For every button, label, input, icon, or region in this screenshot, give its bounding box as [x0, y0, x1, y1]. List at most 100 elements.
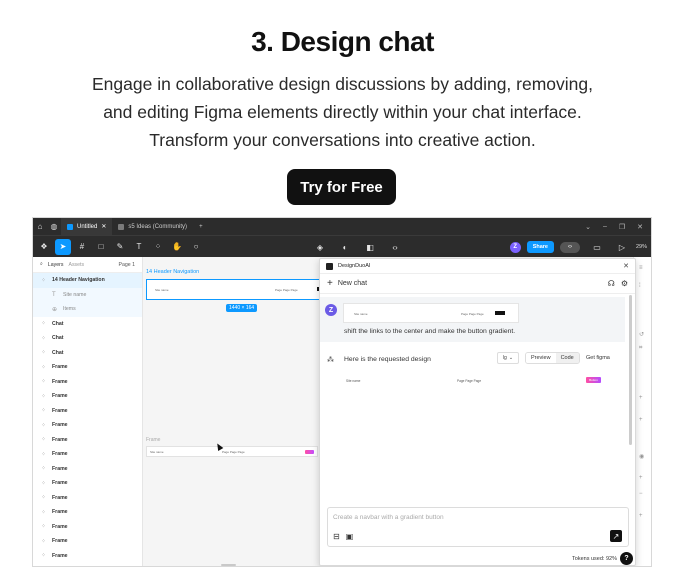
layer-item[interactable]: ⁘ Frame	[33, 418, 142, 433]
code-icon[interactable]: ‹›	[387, 239, 403, 255]
layer-item[interactable]: ⁘ Frame	[33, 549, 142, 564]
layer-item[interactable]: ⁘ Frame	[33, 476, 142, 491]
frame-layer-icon: ⁘	[41, 408, 47, 415]
layer-item[interactable]: ⁘ Frame	[33, 505, 142, 520]
layer-label: Frame	[52, 378, 68, 385]
frame-layer-icon: ⁘	[41, 524, 47, 531]
frame-select-icon[interactable]: ⊟	[333, 532, 340, 541]
layer-item[interactable]: ⁘ Chat	[33, 317, 142, 332]
resources-icon[interactable]: ⁘	[150, 239, 166, 255]
tab-assets[interactable]: Assets	[68, 262, 84, 268]
chat-input[interactable]	[333, 514, 593, 521]
new-chat-button[interactable]: New chat	[338, 280, 367, 287]
layer-item[interactable]: ⁘ Frame	[33, 389, 142, 404]
layer-item[interactable]: ⊕ Items	[33, 302, 142, 317]
layer-item[interactable]: ⁘ Chat	[33, 331, 142, 346]
layer-item[interactable]: T Site name	[33, 287, 142, 302]
share-button[interactable]: Share	[526, 241, 554, 253]
layer-label: Frame	[52, 538, 68, 545]
tab-community[interactable]: s5 Ideas (Community)	[112, 218, 193, 235]
language-select[interactable]: lg ⌄	[497, 352, 519, 364]
header-navigation-frame[interactable]: Site name Page Page Page	[146, 279, 346, 300]
remove-icon[interactable]: −	[639, 491, 643, 497]
layer-item[interactable]: ⁘ Frame	[33, 491, 142, 506]
layer-item[interactable]: ⁘ Frame	[33, 534, 142, 549]
get-figma-button[interactable]: Get figma	[586, 352, 610, 364]
layer-item[interactable]: ⁘ Frame	[33, 520, 142, 535]
present-icon[interactable]: ▷	[614, 239, 630, 255]
layer-item[interactable]: ⁘ 14 Header Navigation	[33, 273, 142, 288]
add-icon[interactable]: +	[639, 395, 643, 401]
search-icon[interactable]: ⌕	[40, 261, 43, 268]
frame-label[interactable]: Frame	[146, 437, 160, 443]
layer-item[interactable]: ⁘ Frame	[33, 360, 142, 375]
constrain-icon[interactable]: ⌗	[639, 345, 642, 352]
new-tab-button[interactable]: +	[193, 218, 209, 235]
align-icon[interactable]: ≡	[639, 265, 643, 271]
tab-code[interactable]: Code	[555, 353, 579, 363]
tab-layers[interactable]: Layers	[48, 262, 64, 268]
text-tool-icon[interactable]: T	[131, 239, 147, 255]
frame-label[interactable]: 14 Header Navigation	[146, 269, 199, 275]
home-icon[interactable]: ⌂	[33, 218, 47, 235]
frame-layer-icon: ⁘	[41, 350, 47, 357]
avatar[interactable]: Z	[509, 241, 521, 253]
description-line: Transform your conversations into creati…	[149, 130, 536, 150]
figma-toolbar: ❖ ➤ # □ ✎ T ⁘ ✋ ○ ◈ ◐ ◧ ‹› Z Share ‹› ▭ …	[33, 235, 651, 257]
layer-item[interactable]: ⁘ Frame	[33, 404, 142, 419]
layer-item[interactable]: ⁘ Frame	[33, 462, 142, 477]
chat-scrollbar[interactable]	[629, 295, 632, 445]
frame-layer-icon: ⁘	[41, 437, 47, 444]
chevron-down-icon[interactable]: ⌄	[585, 223, 591, 231]
add-icon[interactable]: +	[639, 475, 643, 481]
globe-icon[interactable]: ◍	[47, 218, 61, 235]
send-button[interactable]: ↗	[610, 530, 622, 542]
layer-label: Frame	[52, 451, 68, 458]
library-icon[interactable]: ▭	[589, 239, 605, 255]
frame-tool-icon[interactable]: #	[74, 239, 90, 255]
add-icon[interactable]: +	[639, 513, 643, 519]
plus-icon[interactable]: +	[327, 278, 333, 289]
move-tool-icon[interactable]: ➤	[55, 238, 71, 255]
shape-tool-icon[interactable]: □	[93, 239, 109, 255]
tab-preview[interactable]: Preview	[526, 353, 556, 363]
boolean-icon[interactable]: ◧	[362, 239, 378, 255]
figma-menu-icon[interactable]: ❖	[36, 239, 52, 255]
zoom-level[interactable]: 29%	[636, 244, 647, 250]
try-for-free-button[interactable]: Try for Free	[287, 169, 396, 205]
grid-icon[interactable]: ⁞	[639, 283, 641, 289]
minimize-icon[interactable]: –	[603, 223, 607, 231]
layers-header: ⌕ Layers Assets Page 1	[33, 257, 142, 273]
close-window-icon[interactable]: ✕	[637, 223, 643, 231]
frame-layer-icon: ⁘	[41, 364, 47, 371]
figma-window: ⌂ ◍ Untitled ✕ s5 Ideas (Community) + ⌄ …	[32, 217, 652, 567]
comment-icon[interactable]: ○	[188, 239, 204, 255]
user-design-preview: Site name Page Page Page	[343, 303, 519, 323]
layer-item[interactable]: ⁘ Frame	[33, 375, 142, 390]
tab-untitled[interactable]: Untitled ✕	[61, 218, 113, 235]
layer-label: Frame	[52, 465, 68, 472]
close-icon[interactable]: ✕	[101, 223, 106, 230]
pen-tool-icon[interactable]: ✎	[112, 239, 128, 255]
image-icon[interactable]: ▣	[346, 532, 354, 541]
frame-thumbnail[interactable]: Site name Page Page Page	[146, 446, 318, 457]
ai-message-text: Here is the requested design	[344, 356, 431, 363]
maximize-icon[interactable]: ❐	[619, 223, 625, 231]
help-button[interactable]: ?	[620, 552, 633, 565]
dev-mode-toggle[interactable]: ‹›	[559, 241, 580, 253]
gradient-button	[305, 450, 314, 454]
add-icon[interactable]: +	[639, 417, 643, 423]
support-icon[interactable]: ☊	[608, 279, 615, 288]
component-icon[interactable]: ◈	[312, 239, 328, 255]
canvas-scrollbar[interactable]	[221, 564, 236, 566]
layer-item[interactable]: ⁘ Chat	[33, 346, 142, 361]
rotate-icon[interactable]: ↺	[639, 331, 644, 338]
layer-item[interactable]: ⁘ Frame	[33, 447, 142, 462]
page-selector[interactable]: Page 1	[119, 262, 135, 268]
eye-icon[interactable]: ◉	[639, 453, 644, 460]
layer-item[interactable]: ⁘ Frame	[33, 433, 142, 448]
close-icon[interactable]: ✕	[623, 262, 629, 270]
hand-tool-icon[interactable]: ✋	[169, 239, 185, 255]
mask-icon[interactable]: ◐	[337, 239, 353, 255]
gear-icon[interactable]: ⚙	[621, 279, 628, 288]
